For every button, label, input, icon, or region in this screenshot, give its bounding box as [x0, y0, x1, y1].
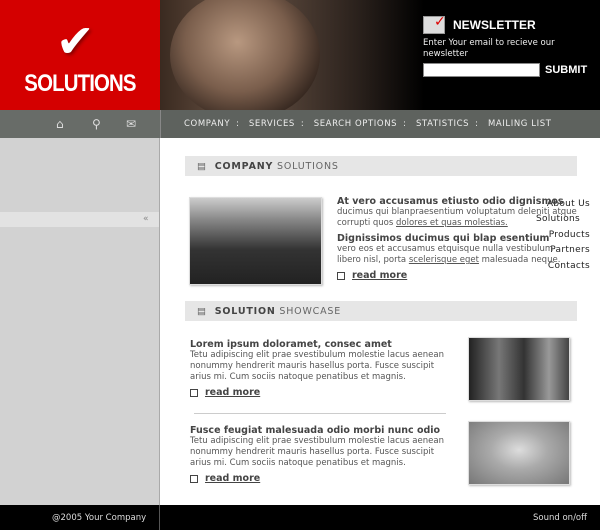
- logo[interactable]: ✔ SOLUTIONS: [0, 0, 160, 110]
- showcase-title: Fusce feugiat malesuada odio morbi nunc …: [190, 425, 441, 436]
- company-heading-2: Dignissimos ducimus qui blap esentium: [337, 233, 550, 244]
- section-title-bold: COMPANY: [214, 161, 274, 172]
- divider: [194, 413, 446, 414]
- checkmark-icon: ✔: [56, 14, 95, 68]
- newsletter-title: NEWSLETTER: [453, 18, 536, 32]
- company-link-2[interactable]: scelerisque eget: [409, 255, 479, 265]
- sound-toggle[interactable]: Sound on/off: [533, 513, 587, 523]
- arrow-box-icon: [190, 474, 198, 483]
- nav-company[interactable]: COMPANY: [184, 119, 230, 129]
- showcase-item: Lorem ipsum doloramet, consec amet Tetu …: [190, 339, 450, 398]
- arrow-box-icon: [337, 271, 345, 280]
- section-title-rest: SOLUTIONS: [276, 161, 339, 172]
- icon-bar: ⌂ ⚲ ✉: [0, 110, 160, 138]
- top-nav: COMPANY: SERVICES: SEARCH OPTIONS: STATI…: [160, 110, 600, 138]
- sidebar: [0, 138, 160, 505]
- showcase-title: Lorem ipsum doloramet, consec amet: [190, 339, 392, 350]
- showcase-text: Tetu adipiscing elit prae svestibulum mo…: [190, 436, 444, 468]
- mail-icon[interactable]: ✉: [126, 117, 136, 131]
- read-more-link[interactable]: read more: [352, 270, 407, 281]
- nav-mailing-list[interactable]: MAILING LIST: [488, 119, 552, 129]
- nav-search-options[interactable]: SEARCH OPTIONS: [314, 119, 397, 129]
- showcase-photo: [468, 337, 570, 401]
- showcase-text: Tetu adipiscing elit prae svestibulum mo…: [190, 350, 444, 382]
- envelope-icon: [423, 14, 446, 34]
- company-heading-1: At vero accusamus etiusto odio dignismos: [337, 196, 564, 207]
- footer-divider: [159, 505, 160, 530]
- section-title-bold: SOLUTION: [214, 306, 276, 317]
- copyright: @2005 Your Company: [52, 513, 147, 523]
- read-more-link[interactable]: read more: [205, 473, 260, 484]
- newsletter: NEWSLETTER Enter Your email to recieve o…: [423, 14, 593, 77]
- company-paragraph-2-end: malesuada neque.: [478, 255, 561, 265]
- team-photo: [189, 197, 322, 285]
- active-marker-icon: «: [143, 214, 149, 224]
- showcase-photo: [468, 421, 570, 485]
- nav-services[interactable]: SERVICES: [249, 119, 295, 129]
- email-input[interactable]: [423, 63, 540, 77]
- newsletter-text: Enter Your email to recieve our newslett…: [423, 38, 555, 59]
- home-icon[interactable]: ⌂: [56, 117, 64, 131]
- sidebar-active-highlight: [0, 212, 159, 227]
- showcase-item: Fusce feugiat malesuada odio morbi nunc …: [190, 425, 450, 484]
- read-more-link[interactable]: read more: [205, 387, 260, 398]
- document-icon: ▤: [197, 161, 207, 172]
- company-section-header: ▤ COMPANY SOLUTIONS: [185, 156, 577, 176]
- submit-button[interactable]: SUBMIT: [545, 64, 587, 76]
- showcase-section-header: ▤ SOLUTION SHOWCASE: [185, 301, 577, 321]
- company-link-1[interactable]: dolores et quas molestias.: [396, 218, 508, 228]
- section-title-rest: SHOWCASE: [279, 306, 342, 317]
- search-icon[interactable]: ⚲: [92, 117, 101, 131]
- arrow-box-icon: [190, 388, 198, 397]
- company-text: At vero accusamus etiusto odio dignismos…: [337, 196, 577, 281]
- nav-statistics[interactable]: STATISTICS: [416, 119, 469, 129]
- footer: @2005 Your Company Sound on/off: [0, 505, 600, 530]
- brand-name: SOLUTIONS: [24, 70, 136, 97]
- document-icon: ▤: [197, 306, 207, 317]
